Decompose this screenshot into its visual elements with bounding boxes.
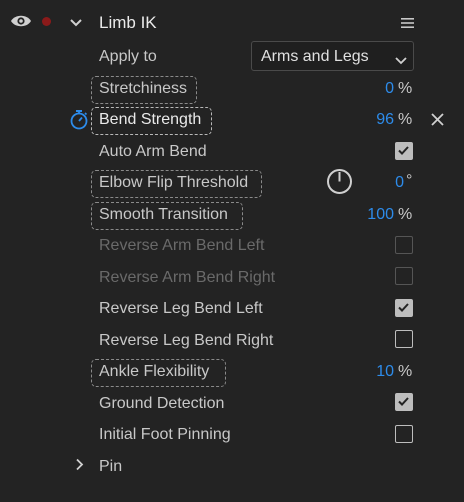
initial-foot-pinning-checkbox[interactable] <box>395 425 413 443</box>
stretchiness-unit: % <box>398 80 413 97</box>
chevron-down-icon <box>395 52 407 65</box>
auto-arm-bend-checkbox[interactable] <box>395 142 413 160</box>
elbow-flip-value[interactable]: 0 <box>352 173 404 193</box>
close-icon[interactable] <box>431 113 444 126</box>
bend-strength-unit: % <box>398 111 413 128</box>
ankle-flexibility-unit: % <box>398 363 413 380</box>
eye-icon[interactable] <box>10 13 32 29</box>
apply-to-value: Arms and Legs <box>261 48 369 65</box>
apply-to-label: Apply to <box>99 48 157 65</box>
stopwatch-icon[interactable] <box>69 109 89 130</box>
bend-strength-label: Bend Strength <box>99 111 202 128</box>
reverse-arm-right-label: Reverse Arm Bend Right <box>99 269 276 286</box>
elbow-flip-unit: ° <box>406 172 413 189</box>
reverse-arm-left-label: Reverse Arm Bend Left <box>99 237 265 254</box>
effect-panel: Limb IK Apply to Arms and Legs Stretchin… <box>0 0 464 502</box>
stretchiness-value[interactable]: 0 <box>340 79 394 99</box>
apply-to-dropdown[interactable]: Arms and Legs <box>251 41 414 71</box>
reverse-arm-right-checkbox[interactable] <box>395 267 413 285</box>
effect-title: Limb IK <box>99 13 157 32</box>
reverse-leg-left-label: Reverse Leg Bend Left <box>99 300 263 317</box>
smooth-transition-unit: % <box>398 206 413 223</box>
chevron-right-icon[interactable] <box>75 458 84 471</box>
angle-dial-icon[interactable] <box>326 168 353 195</box>
chevron-down-icon[interactable] <box>69 15 83 27</box>
ankle-flexibility-label: Ankle Flexibility <box>99 363 210 380</box>
ground-detection-checkbox[interactable] <box>395 393 413 411</box>
stretchiness-label: Stretchiness <box>99 80 188 97</box>
menu-icon[interactable] <box>401 16 414 28</box>
reverse-leg-right-checkbox[interactable] <box>395 330 413 348</box>
reverse-arm-left-checkbox[interactable] <box>395 236 413 254</box>
reverse-leg-right-label: Reverse Leg Bend Right <box>99 332 274 349</box>
smooth-transition-value[interactable]: 100 <box>340 205 394 225</box>
record-dot-icon[interactable] <box>42 17 51 26</box>
initial-foot-pinning-label: Initial Foot Pinning <box>99 426 231 443</box>
reverse-leg-left-checkbox[interactable] <box>395 299 413 317</box>
auto-arm-bend-label: Auto Arm Bend <box>99 143 207 160</box>
ground-detection-label: Ground Detection <box>99 395 225 412</box>
bend-strength-value[interactable]: 96 <box>340 110 394 130</box>
ankle-flexibility-value[interactable]: 10 <box>340 362 394 382</box>
smooth-transition-label: Smooth Transition <box>99 206 228 223</box>
pin-group-label[interactable]: Pin <box>99 457 122 477</box>
elbow-flip-label: Elbow Flip Threshold <box>99 174 249 191</box>
